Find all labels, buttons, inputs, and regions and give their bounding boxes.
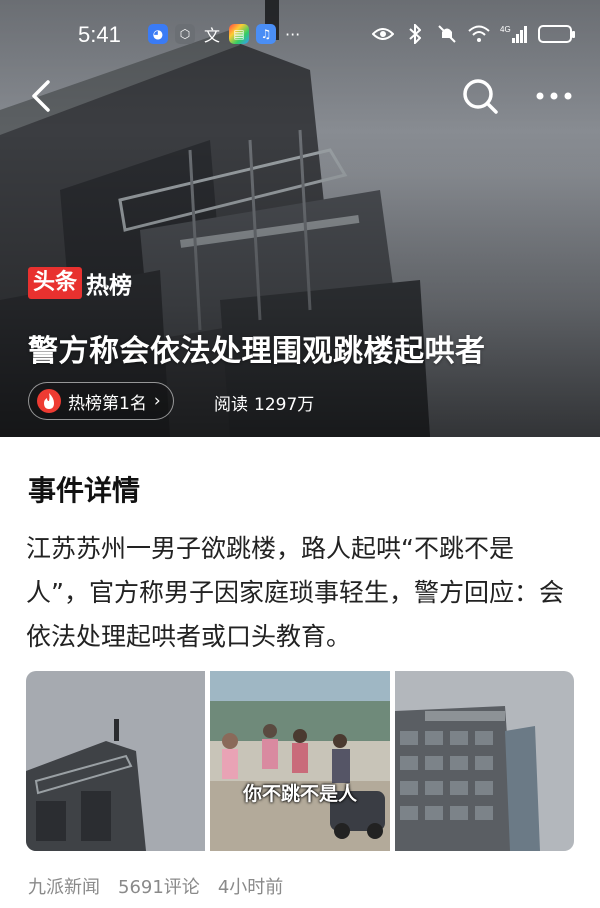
hot-list-label: 热榜 <box>86 273 133 299</box>
apartment-building-photo <box>394 671 574 851</box>
event-summary[interactable]: 江苏苏州一男子欲跳楼，路人起哄“不跳不是人”，官方称男子因家庭琐事轻生，警方回应… <box>26 527 574 659</box>
toutiao-badge: 头条 <box>28 267 83 299</box>
hot-rank-label: 热榜第1名 <box>68 393 147 414</box>
search-icon <box>463 79 498 114</box>
read-count: 1297万 <box>254 395 315 415</box>
mute-bell-icon <box>436 24 458 44</box>
status-app-icons: ◕ ⬡ 文 ▤ ♫ ··· <box>148 24 301 45</box>
cellular-signal-icon: 4G <box>500 24 528 44</box>
publish-time: 4小时前 <box>217 877 284 898</box>
section-title: 事件详情 <box>28 474 141 507</box>
read-stats: 阅读 1297万 <box>214 390 314 415</box>
shield-app-icon: ⬡ <box>175 24 195 44</box>
more-button[interactable] <box>534 80 574 112</box>
gallery-image-1[interactable] <box>26 671 206 851</box>
chevron-right-icon: › <box>153 391 161 411</box>
gallery-image-3[interactable] <box>394 671 574 851</box>
eye-icon <box>372 24 394 44</box>
network-type: 4G <box>500 25 511 34</box>
wifi-icon <box>468 24 490 44</box>
chevron-left-icon <box>32 80 50 112</box>
article-meta: 九派新闻 5691评论 4小时前 <box>28 873 283 899</box>
headline-title: 警方称会依法处理围观跳楼起哄者 <box>28 334 486 369</box>
assistant-app-icon: ◕ <box>148 24 168 44</box>
status-time: 5:41 <box>78 22 121 47</box>
video-subtitle: 你不跳不是人 <box>242 783 357 805</box>
hot-rank-pill[interactable]: 热榜第1名 › <box>28 382 174 420</box>
news-source[interactable]: 九派新闻 <box>28 873 100 899</box>
comment-count[interactable]: 5691评论 <box>118 873 200 899</box>
status-system-icons: 4G <box>372 24 575 44</box>
gallery-image-2[interactable]: 你不跳不是人 <box>210 671 390 851</box>
music-app-icon: ♫ <box>256 24 276 44</box>
hero-banner: 5:41 ◕ ⬡ 文 ▤ ♫ ··· 4G 头条 热榜 警方称会依法处理围观跳楼… <box>0 0 600 437</box>
translate-app-icon: 文 <box>203 26 220 45</box>
building-rooftop-photo <box>26 671 206 851</box>
street-crowd-photo <box>210 671 390 851</box>
status-bar: 5:41 ◕ ⬡ 文 ▤ ♫ ··· 4G <box>0 0 600 72</box>
battery-icon <box>538 25 575 43</box>
bluetooth-icon <box>404 24 426 44</box>
image-gallery: 你不跳不是人 <box>26 671 574 851</box>
search-button[interactable] <box>460 76 500 116</box>
more-dots-icon <box>536 92 572 100</box>
status-overflow: ··· <box>285 24 301 44</box>
back-button[interactable] <box>24 76 60 116</box>
hot-list-brand: 头条 热榜 <box>28 266 132 300</box>
read-label: 阅读 <box>214 395 248 415</box>
event-detail-section: 事件详情 江苏苏州一男子欲跳楼，路人起哄“不跳不是人”，官方称男子因家庭琐事轻生… <box>0 437 600 908</box>
flame-icon <box>37 389 61 413</box>
colorful-app-icon: ▤ <box>229 24 249 44</box>
